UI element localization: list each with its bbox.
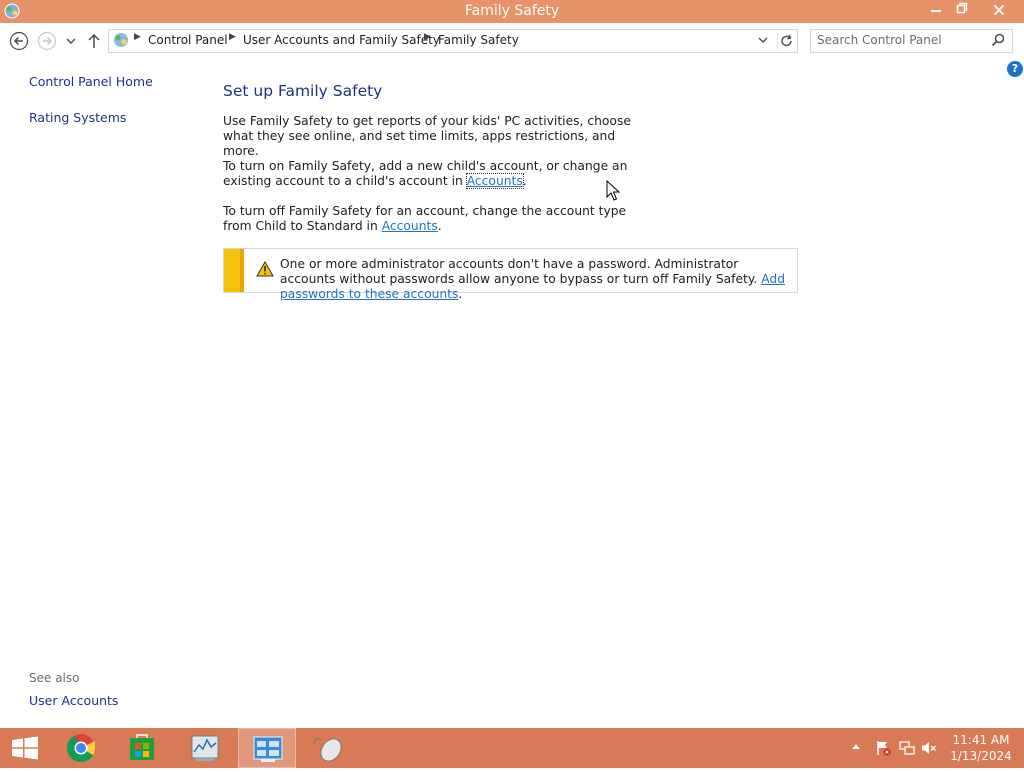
control-panel-home-link[interactable]: Control Panel Home (29, 74, 153, 89)
turn-on-period: . (522, 174, 527, 188)
close-button[interactable] (982, 0, 1016, 22)
start-icon (12, 736, 38, 760)
mouse-cursor-icon (606, 180, 620, 201)
taskbar-chrome[interactable] (52, 728, 110, 768)
help-icon[interactable]: ? (1007, 61, 1023, 77)
system-clock[interactable]: 11:41 AM 1/13/2024 (946, 732, 1016, 764)
breadcrumb-separator-icon[interactable]: ▶ (229, 32, 236, 42)
forward-button[interactable] (37, 31, 57, 51)
left-pane: Control Panel Home Rating Systems See al… (0, 60, 200, 728)
taskbar-mouse-properties[interactable] (300, 728, 358, 768)
search-icon[interactable] (991, 33, 1005, 47)
control-panel-icon (253, 736, 283, 762)
restore-icon (956, 2, 968, 14)
see-also-label: See also (29, 671, 80, 685)
warning-period: . (458, 287, 463, 301)
breadcrumb-control-panel[interactable]: Control Panel (148, 33, 228, 47)
chrome-icon (67, 734, 95, 762)
taskbar-performance-monitor[interactable] (176, 728, 234, 768)
accounts-link[interactable]: Accounts (465, 173, 524, 189)
turn-off-paragraph: To turn off Family Safety for an account… (223, 204, 653, 234)
intro-paragraph: Use Family Safety to get reports of your… (223, 114, 631, 158)
close-icon (993, 4, 1005, 16)
breadcrumb-separator-icon[interactable]: ▶ (424, 32, 431, 42)
restore-button[interactable] (947, 0, 977, 22)
accounts-link[interactable]: Accounts (382, 219, 438, 233)
up-arrow-icon[interactable] (86, 32, 102, 50)
warning-message: One or more administrator accounts don't… (280, 257, 762, 286)
rating-systems-link[interactable]: Rating Systems (29, 110, 126, 125)
turn-off-period: . (437, 219, 442, 233)
minimize-icon (931, 10, 941, 12)
address-bar[interactable]: ▶ Control Panel ▶ User Accounts and Fami… (108, 29, 798, 53)
breadcrumb-user-accounts[interactable]: User Accounts and Family Safety (243, 33, 440, 47)
user-accounts-link[interactable]: User Accounts (29, 693, 118, 708)
page-title: Set up Family Safety (223, 82, 383, 100)
action-center-flag-icon[interactable] (875, 740, 891, 756)
search-input[interactable] (817, 32, 982, 48)
warning-icon (256, 261, 274, 277)
clock-date: 1/13/2024 (950, 749, 1012, 763)
recent-locations-chevron-down-icon[interactable] (65, 36, 77, 46)
start-button[interactable] (0, 728, 50, 768)
window-title: Family Safety (464, 3, 560, 19)
warning-color-bar (224, 249, 244, 292)
search-box[interactable] (810, 29, 1013, 53)
turn-on-paragraph: To turn on Family Safety, add a new chil… (223, 159, 653, 189)
breadcrumb-family-safety[interactable]: Family Safety (438, 33, 519, 47)
show-hidden-icons-chevron-up-icon[interactable] (851, 742, 861, 750)
title-bar: Family Safety (0, 0, 1024, 23)
clock-time: 11:41 AM (952, 733, 1010, 747)
performance-monitor-icon (191, 735, 219, 761)
mouse-icon (313, 738, 342, 762)
volume-muted-icon[interactable] (921, 740, 937, 756)
warning-banner: One or more administrator accounts don't… (223, 248, 798, 301)
taskbar: 11:41 AM 1/13/2024 (0, 728, 1024, 768)
warning-text: One or more administrator accounts don't… (280, 257, 790, 302)
address-dropdown-chevron-down-icon[interactable] (757, 33, 769, 47)
turn-on-text: To turn on Family Safety, add a new chil… (223, 159, 628, 188)
network-icon[interactable] (899, 740, 915, 756)
control-panel-icon (114, 33, 128, 47)
back-button[interactable] (9, 31, 29, 51)
breadcrumb-separator-icon[interactable]: ▶ (134, 32, 141, 42)
refresh-icon[interactable] (777, 32, 796, 50)
store-icon (130, 734, 154, 760)
taskbar-store[interactable] (113, 728, 171, 768)
taskbar-control-panel[interactable] (238, 728, 296, 768)
